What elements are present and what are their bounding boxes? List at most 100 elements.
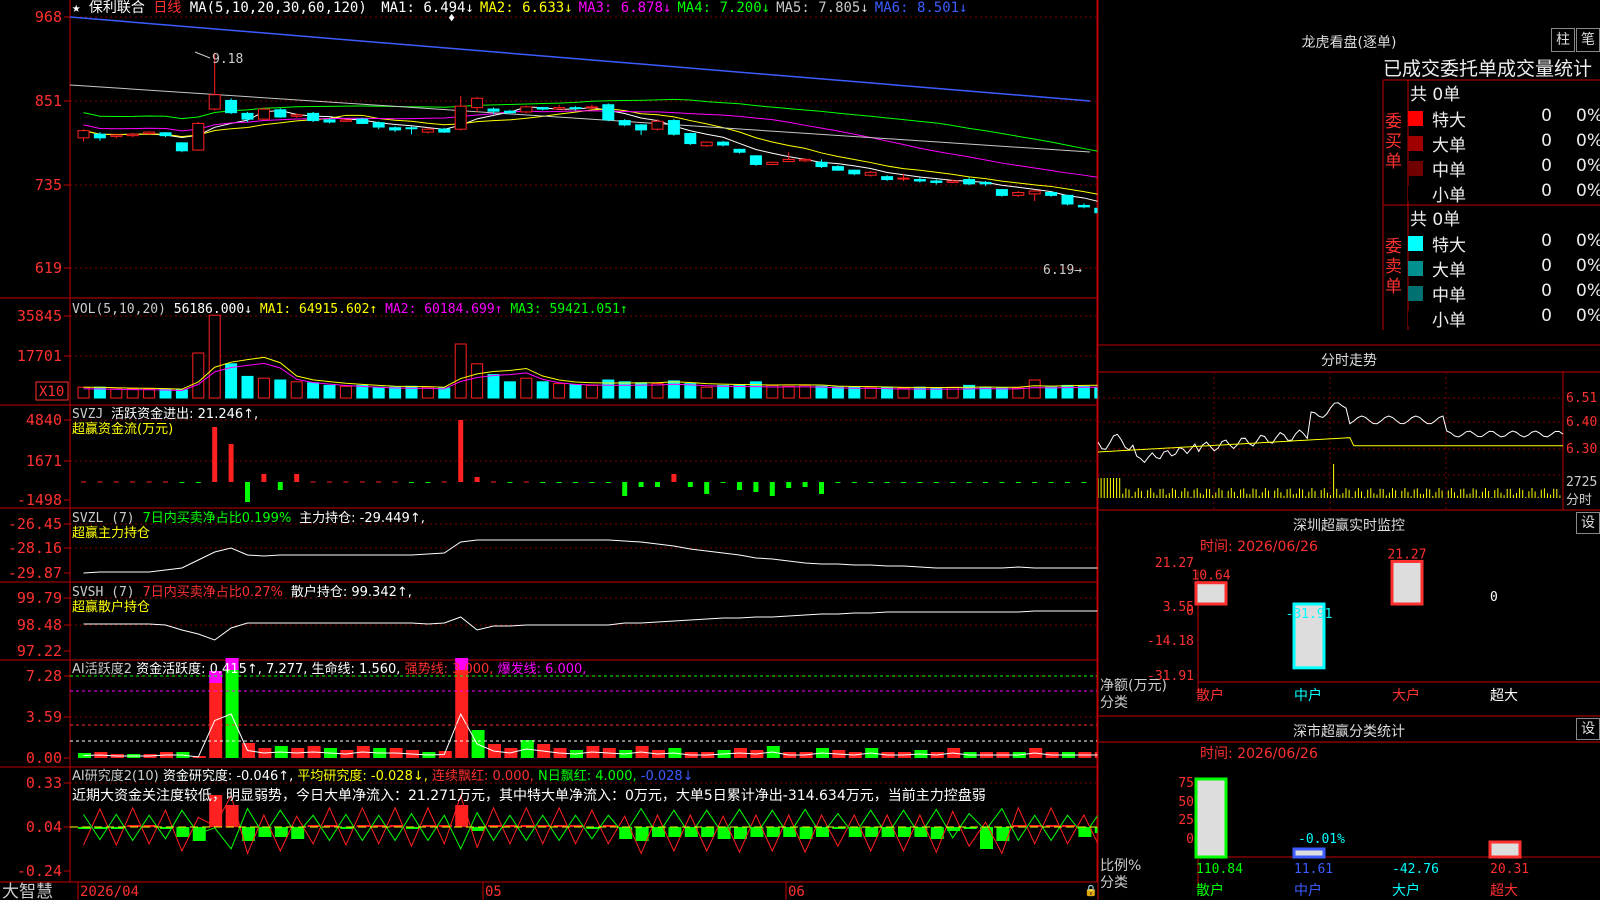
row-label: 特大 xyxy=(1432,111,1466,131)
monitor-value-0: 10.64 xyxy=(1191,569,1230,584)
candle-body xyxy=(1061,194,1074,205)
color-swatch xyxy=(1408,236,1423,251)
color-swatch xyxy=(1408,186,1423,201)
class-ytick-2: 25 xyxy=(1178,813,1194,828)
row-count: 0 xyxy=(1541,306,1552,326)
candle-body xyxy=(126,133,139,137)
bar-view-button[interactable]: 柱 xyxy=(1551,28,1575,52)
color-swatch xyxy=(1408,286,1423,301)
ma60-line xyxy=(69,84,1091,153)
row-label: 中单 xyxy=(1432,161,1466,181)
ai2-bar xyxy=(750,827,764,837)
row-percent: 0% xyxy=(1576,256,1600,276)
svzj-bar xyxy=(1032,482,1038,483)
volume-bar xyxy=(684,383,697,399)
svzj-bar xyxy=(540,482,546,483)
row-count: 0 xyxy=(1541,131,1552,151)
volume-bar xyxy=(143,388,156,399)
svzj-bar xyxy=(933,482,939,483)
candle-body xyxy=(389,127,402,131)
class-cat-3: 超大 xyxy=(1490,883,1518,899)
ytick-svzj-0: 4840 xyxy=(26,411,62,429)
svzj-header: SVZJ 活跃资金进出: 21.246↑, xyxy=(72,406,258,422)
volume-bar xyxy=(1077,385,1090,399)
ai2-bar xyxy=(471,827,485,831)
ai1-bar xyxy=(225,670,239,758)
ai1-bar xyxy=(455,670,469,758)
svzj-bar xyxy=(704,482,710,494)
ytick-ai2-2: -0.24 xyxy=(17,862,62,880)
candle-body xyxy=(77,130,90,139)
class-ytick-3: 0 xyxy=(1186,832,1194,847)
svzj-bar xyxy=(671,474,677,482)
svzj-bar xyxy=(409,482,414,483)
svzj-bar xyxy=(179,482,185,483)
volume-bar xyxy=(1012,387,1025,399)
volume-bar xyxy=(1045,386,1058,399)
main-title-line: ★ 保利联合 日线 MA(5,10,20,30,60,120) MA1: 6.4… xyxy=(72,0,968,16)
svzj-bar xyxy=(950,482,956,483)
svsh-subtitle: 超赢散户持仓 xyxy=(72,599,150,615)
ai2-bar xyxy=(881,827,895,837)
ai2-bar xyxy=(865,827,879,837)
svzj-bar xyxy=(1081,482,1087,483)
intraday-title: 分时走势 xyxy=(1321,353,1377,369)
candle-body xyxy=(848,169,861,175)
ai2-bar xyxy=(980,827,993,849)
class-bar-1 xyxy=(1292,847,1326,859)
candle-body xyxy=(897,177,910,180)
candle-body xyxy=(225,99,238,114)
volume-bar xyxy=(110,388,123,399)
monitor-bar-0 xyxy=(1194,581,1228,606)
ai2-bar xyxy=(242,827,255,841)
candle-body xyxy=(782,158,795,163)
kline-chart-area[interactable]: 968 851 735 619 35845 17701 4840 1671 -1… xyxy=(0,0,1098,900)
volume-bar xyxy=(372,386,385,399)
volume-bar xyxy=(733,384,746,399)
svzj-bar xyxy=(966,482,972,483)
class-ylabel: 比例% xyxy=(1100,858,1141,874)
volume-bar xyxy=(667,380,680,399)
volume-bar xyxy=(618,381,631,399)
candle-body xyxy=(684,133,697,145)
svzl-line xyxy=(83,539,1098,574)
svzj-bar xyxy=(376,481,382,483)
class-settings-button[interactable]: 设 xyxy=(1576,718,1600,740)
class-stats-chart[interactable]: 75 50 25 0110.84 散户 11.61 中户 -42.76 大户 20.31 超大 -0… xyxy=(1098,740,1600,900)
row-label: 大单 xyxy=(1432,136,1466,156)
volume-bar xyxy=(257,377,270,399)
intraday-chart[interactable]: 6.51 6.40 6.30 2725 分时 xyxy=(1098,372,1600,510)
low-arrow: → xyxy=(1074,263,1082,278)
svzj-bar xyxy=(999,482,1005,483)
candle-body xyxy=(553,107,566,110)
svzj-bar xyxy=(1015,482,1021,483)
monitor-bar-2 xyxy=(1390,559,1424,606)
svzj-bar xyxy=(327,481,332,483)
candle-body xyxy=(487,108,500,112)
volume-bar xyxy=(782,385,795,399)
volume-bar xyxy=(520,377,533,399)
svzj-bar xyxy=(1065,482,1070,483)
intraday-tick-2: 6.30 xyxy=(1566,442,1597,457)
stroke-view-button[interactable]: 笔 xyxy=(1576,28,1600,52)
ai2-bar xyxy=(701,827,715,837)
row-label: 大单 xyxy=(1432,261,1466,281)
svzj-bar xyxy=(589,482,595,483)
svzj-bar xyxy=(835,482,841,483)
class-value-0: 110.84 xyxy=(1196,862,1243,877)
monitor-chart[interactable]: 21.273.550-14.18-31.9110.64散户-31.91中户21.… xyxy=(1098,530,1600,710)
monitor-cat-2: 大户 xyxy=(1392,687,1420,704)
svzj-bar xyxy=(851,482,857,483)
monitor-cat-3: 超大 xyxy=(1490,688,1518,704)
volume-bar xyxy=(848,386,861,399)
lock-icon[interactable]: 🔒 xyxy=(1084,884,1098,897)
candle-body xyxy=(274,109,287,118)
monitor-xlabel: 分类 xyxy=(1100,695,1128,710)
row-label: 中单 xyxy=(1432,286,1466,306)
candle-body xyxy=(946,180,959,183)
svzj-bar xyxy=(294,474,300,482)
svzj-bar xyxy=(261,474,267,482)
candle-body xyxy=(618,120,631,126)
svzj-bar xyxy=(245,482,250,502)
color-swatch xyxy=(1408,136,1423,151)
